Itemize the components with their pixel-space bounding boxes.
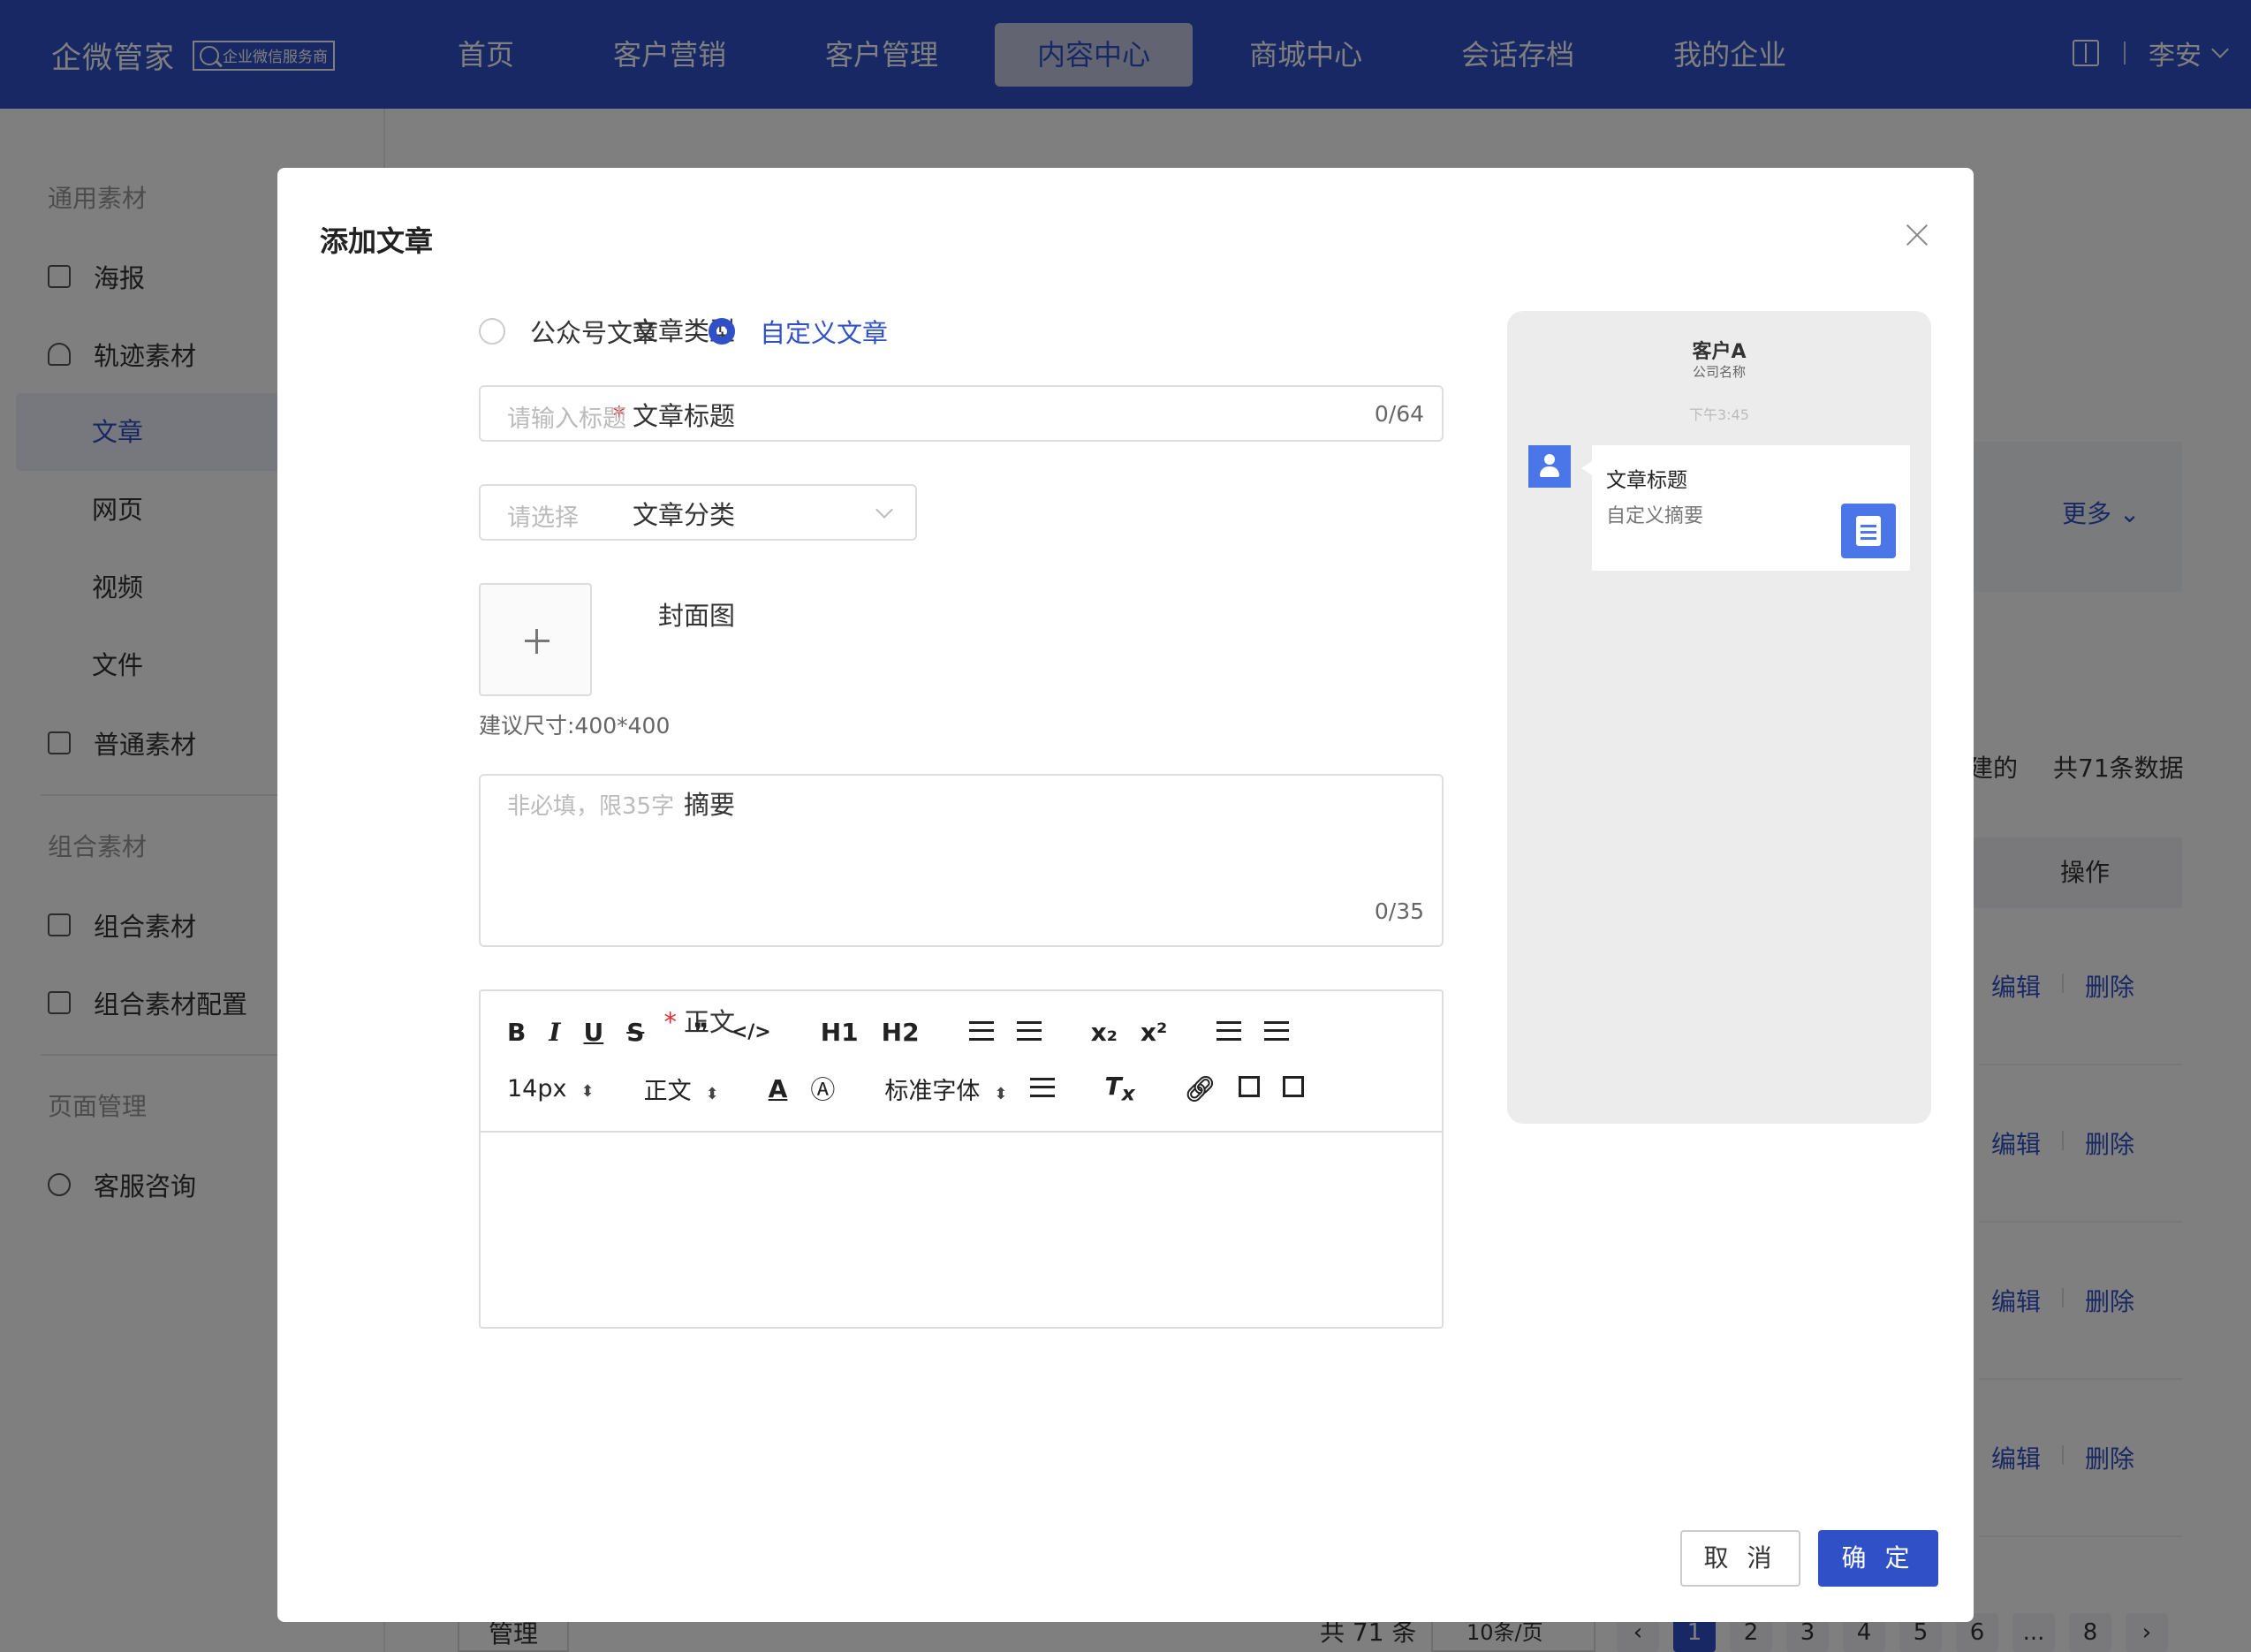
add-article-dialog: 添加文章 文章类型 公众号文章 自定义文章 * 文章标题 请输入标题 0/64 文… bbox=[277, 168, 1974, 1622]
image-icon[interactable] bbox=[1239, 1074, 1261, 1103]
font-color-icon[interactable]: A bbox=[769, 1074, 788, 1103]
radio-official-article[interactable]: 公众号文章 bbox=[479, 313, 658, 350]
category-placeholder: 请选择 bbox=[507, 504, 579, 532]
cover-label: 封面图 bbox=[657, 601, 735, 631]
dialog-title: 添加文章 bbox=[320, 224, 434, 258]
avatar bbox=[1528, 445, 1571, 488]
preview-card-summary: 自定义摘要 bbox=[1606, 505, 1704, 527]
heading2-icon[interactable]: H2 bbox=[882, 1018, 920, 1047]
cancel-button[interactable]: 取 消 bbox=[1680, 1530, 1800, 1587]
preview-article-card: 文章标题 自定义摘要 bbox=[1581, 445, 1910, 571]
radio-circle-checked bbox=[709, 318, 735, 345]
cover-size-hint: 建议尺寸:400*400 bbox=[479, 713, 671, 739]
chevron-down-icon bbox=[875, 501, 893, 519]
rich-text-editor: B I U S ❞ </> H1 H2 x₂ x² 14px ⬍ 正文 ⬍ A Ⓐ bbox=[479, 989, 1444, 1329]
video-icon[interactable] bbox=[1283, 1074, 1305, 1103]
align-icon[interactable] bbox=[1030, 1074, 1056, 1103]
plus-icon-stroke bbox=[535, 629, 538, 654]
heading1-icon[interactable]: H1 bbox=[821, 1018, 859, 1047]
clear-format-icon[interactable]: Tx bbox=[1104, 1072, 1134, 1106]
font-family-value: 标准字体 bbox=[884, 1077, 981, 1105]
indent-icon[interactable] bbox=[1264, 1018, 1290, 1047]
preview-card-title: 文章标题 bbox=[1606, 469, 1687, 492]
bold-icon[interactable]: B bbox=[507, 1018, 526, 1047]
preview-time: 下午3:45 bbox=[1689, 406, 1749, 423]
radio-custom-article[interactable]: 自定义文章 bbox=[709, 313, 888, 350]
bullet-list-icon[interactable] bbox=[1016, 1018, 1042, 1047]
toolbar-row: 14px ⬍ 正文 ⬍ A Ⓐ 标准字体 ⬍ Tx 🔗︎ bbox=[507, 1067, 1327, 1110]
document-icon bbox=[1841, 504, 1896, 558]
underline-icon[interactable]: U bbox=[583, 1018, 603, 1047]
close-icon[interactable] bbox=[1905, 223, 1929, 247]
summary-placeholder: 非必填，限35字 bbox=[507, 793, 675, 820]
cover-upload[interactable] bbox=[479, 583, 592, 696]
link-icon[interactable]: 🔗︎ bbox=[1185, 1074, 1216, 1103]
category-select[interactable]: 请选择 bbox=[479, 484, 917, 541]
preview-company-name: 公司名称 bbox=[1692, 364, 1746, 380]
code-icon[interactable]: </> bbox=[731, 1021, 771, 1043]
preview-customer-name: 客户A bbox=[1692, 341, 1747, 363]
summary-char-count: 0/35 bbox=[1374, 898, 1424, 924]
strikethrough-icon[interactable]: S bbox=[626, 1018, 644, 1047]
blockquote-icon[interactable]: ❞ bbox=[693, 1018, 708, 1047]
toolbar-row: B I U S ❞ </> H1 H2 x₂ x² bbox=[507, 1011, 1312, 1053]
radio-label: 公众号文章 bbox=[530, 318, 659, 348]
font-family-select[interactable]: 标准字体 ⬍ bbox=[884, 1072, 1007, 1106]
ordered-list-icon[interactable] bbox=[968, 1018, 994, 1047]
radio-label: 自定义文章 bbox=[760, 318, 889, 348]
editor-toolbar: B I U S ❞ </> H1 H2 x₂ x² 14px ⬍ 正文 ⬍ A Ⓐ bbox=[481, 991, 1442, 1133]
avatar-head bbox=[1544, 454, 1555, 465]
font-size-select[interactable]: 14px ⬍ bbox=[507, 1075, 595, 1103]
phone-preview: 客户A 公司名称 下午3:45 文章标题 自定义摘要 bbox=[1507, 311, 1931, 1124]
subscript-icon[interactable]: x₂ bbox=[1091, 1018, 1118, 1047]
confirm-button[interactable]: 确 定 bbox=[1818, 1530, 1938, 1587]
background-color-icon[interactable]: Ⓐ bbox=[810, 1071, 835, 1106]
avatar-body bbox=[1540, 466, 1559, 477]
title-char-count: 0/64 bbox=[1374, 401, 1424, 427]
radio-circle bbox=[479, 318, 505, 345]
editor-content-area[interactable] bbox=[481, 1134, 1442, 1329]
document-line bbox=[1861, 525, 1876, 527]
heading-value: 正文 bbox=[643, 1077, 692, 1105]
superscript-icon[interactable]: x² bbox=[1141, 1018, 1167, 1047]
font-size-value: 14px bbox=[507, 1074, 567, 1103]
heading-select[interactable]: 正文 ⬍ bbox=[644, 1072, 719, 1106]
italic-icon[interactable]: I bbox=[549, 1018, 560, 1047]
title-placeholder: 请输入标题 bbox=[507, 405, 626, 433]
title-input[interactable]: 请输入标题 0/64 bbox=[479, 385, 1444, 442]
outdent-icon[interactable] bbox=[1216, 1018, 1242, 1047]
document-line bbox=[1861, 537, 1876, 540]
summary-textarea[interactable]: 非必填，限35字 0/35 bbox=[479, 774, 1444, 947]
document-line bbox=[1861, 531, 1876, 534]
